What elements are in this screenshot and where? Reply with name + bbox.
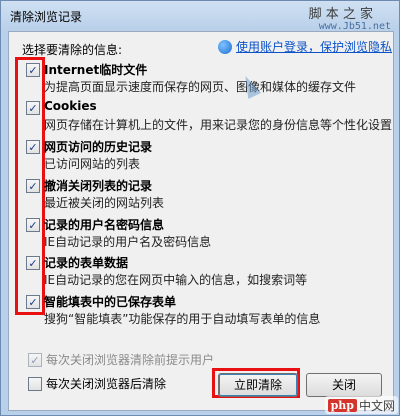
close-button[interactable]: 关闭 <box>306 373 382 397</box>
history-checkbox[interactable]: ✓ <box>26 140 40 154</box>
watermark-text: 脚 本 之 家 <box>308 7 373 22</box>
account-login-link[interactable]: 使用账户登录，保护浏览隐私 <box>218 38 392 55</box>
item-title: Cookies <box>44 99 97 113</box>
item-desc: 最近被关闭的网站列表 <box>44 196 165 210</box>
item-title: 智能填表中的已保存表单 <box>44 295 177 309</box>
item-desc: 已访问网站的列表 <box>44 157 141 171</box>
item-desc: 网页存储在计算机上的文件，用来记录您的身份信息等个性化设置 <box>44 118 393 132</box>
cookies-checkbox[interactable]: ✓ <box>26 101 40 115</box>
passwords-checkbox[interactable]: ✓ <box>26 218 40 232</box>
item-title: 记录的用户名密码信息 <box>44 218 165 232</box>
temp-files-checkbox[interactable]: ✓ <box>26 63 40 77</box>
item-title: 撤消关闭列表的记录 <box>44 179 153 193</box>
item-desc: 搜狗“智能填表”功能保存的用于自动填写表单的信息 <box>44 312 321 326</box>
php-watermark-text: 中文网 <box>358 398 395 413</box>
account-login-text[interactable]: 使用账户登录，保护浏览隐私 <box>236 38 392 55</box>
item-desc: 为提高页面显示速度而保存的网页、图像和媒体的缓存文件 <box>44 80 357 94</box>
item-title: 记录的表单数据 <box>44 256 129 270</box>
item-title: 网页访问的历史记录 <box>44 140 153 154</box>
clear-on-close-label: 每次关闭浏览器后清除 <box>46 377 167 391</box>
php-watermark: php 中文网 <box>324 396 398 414</box>
prompt-on-close-checkbox[interactable]: ✓ <box>28 353 42 367</box>
item-desc: IE自动记录的您在网页中输入的信息，如搜索词等 <box>44 273 308 287</box>
prompt-on-close-label: 每次关闭浏览器清除前提示用户 <box>46 353 215 367</box>
item-title: Internet临时文件 <box>44 63 148 77</box>
section-label: 选择要清除的信息: <box>22 43 123 57</box>
item-desc: IE自动记录的用户名及密码信息 <box>44 235 212 249</box>
php-logo: php <box>327 398 357 412</box>
dialog-title: 清除浏览记录 <box>10 10 83 24</box>
clear-now-button[interactable]: 立即清除 <box>218 373 298 397</box>
saved-forms-checkbox[interactable]: ✓ <box>26 295 40 309</box>
closed-tabs-checkbox[interactable]: ✓ <box>26 179 40 193</box>
clear-on-close-checkbox[interactable] <box>28 377 42 391</box>
sogou-account-icon <box>218 39 232 54</box>
form-data-checkbox[interactable]: ✓ <box>26 256 40 270</box>
